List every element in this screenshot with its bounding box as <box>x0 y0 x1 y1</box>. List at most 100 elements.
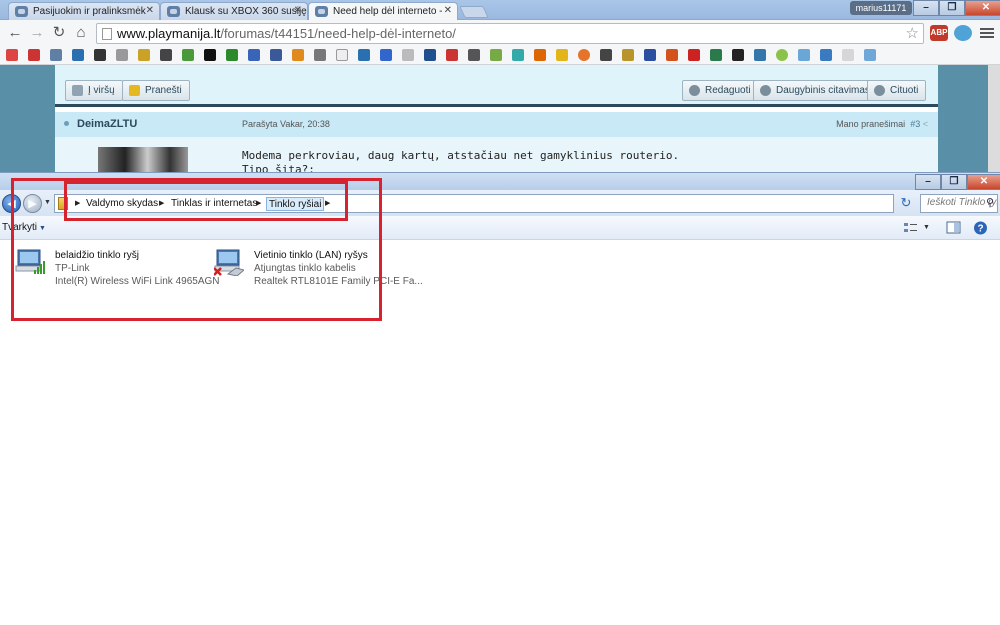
url-path: /forumas/t44151/need-help-dėl-interneto/ <box>220 26 456 41</box>
button-label: Į viršų <box>88 85 115 96</box>
playstation-bookmark-icon[interactable] <box>732 49 744 61</box>
explorer-window-controls: – ❐ ✕ <box>915 174 1000 190</box>
post-body: Modema perkroviau, daug kartų, atstačiau… <box>55 137 938 177</box>
reload-icon[interactable]: ↻ <box>50 24 68 42</box>
multiquote-button[interactable]: Daugybinis citavimas <box>753 80 878 101</box>
bookmark-icon[interactable] <box>490 49 502 61</box>
bookmark-icon[interactable] <box>292 49 304 61</box>
bookmark-icon[interactable] <box>578 49 590 61</box>
bookmark-icon[interactable] <box>358 49 370 61</box>
bookmark-star-icon[interactable]: ☆ <box>906 24 919 42</box>
post-author[interactable]: DeimaZLTU <box>77 118 137 130</box>
post-action-bar: Į viršų Pranešti Redaguoti Daugybinis ci… <box>55 65 938 107</box>
edit-button[interactable]: Redaguoti <box>682 80 759 101</box>
preview-pane-icon[interactable] <box>946 221 962 235</box>
bookmark-icon[interactable] <box>798 49 810 61</box>
bookmark-icon[interactable] <box>226 49 238 61</box>
bookmark-icon[interactable] <box>842 49 854 61</box>
bookmark-icon[interactable] <box>182 49 194 61</box>
browser-window-controls: – ❐ ✕ <box>913 0 1000 16</box>
bookmark-icon[interactable] <box>446 49 458 61</box>
minimize-icon[interactable]: – <box>913 0 939 16</box>
post-meta: Mano pranešimai #3 < <box>836 119 928 129</box>
bookmark-icon[interactable] <box>864 49 876 61</box>
browser-tab-2[interactable]: Klausk su XBOX 360 susiję ✕ <box>160 2 308 20</box>
bookmark-icon[interactable] <box>94 49 106 61</box>
window-close-icon[interactable]: ✕ <box>967 174 1000 190</box>
browser-tab-1[interactable]: Pasijuokim ir pralinksmėk ✕ <box>8 2 160 20</box>
minimize-icon[interactable]: – <box>915 174 941 190</box>
report-button[interactable]: Pranešti <box>122 80 190 101</box>
bookmark-icon[interactable] <box>556 49 568 61</box>
explorer-search-input[interactable]: Ieškoti Tinklo ryšiai ⚲ <box>920 194 998 213</box>
page-scrollbar[interactable] <box>988 65 1000 177</box>
bookmark-icon[interactable] <box>72 49 84 61</box>
youtube-bookmark-icon[interactable] <box>28 49 40 61</box>
my-posts-link[interactable]: Mano pranešimai <box>836 119 905 129</box>
bookmark-icon[interactable] <box>600 49 612 61</box>
bookmark-icon[interactable] <box>424 49 436 61</box>
new-tab-button[interactable] <box>459 6 489 18</box>
wikipedia-bookmark-icon[interactable] <box>336 49 348 61</box>
bookmark-icon[interactable] <box>666 49 678 61</box>
bookmark-icon[interactable] <box>248 49 260 61</box>
browser-toolbar: ← → ↻ ⌂ www.playmanija.lt/forumas/t44151… <box>0 20 1000 46</box>
bookmark-icon[interactable] <box>402 49 414 61</box>
browser-tab-bar: Pasijuokim ir pralinksmėk ✕ Klausk su XB… <box>0 0 1000 20</box>
gamepad-bookmark-icon[interactable] <box>50 49 62 61</box>
home-icon[interactable]: ⌂ <box>72 24 90 42</box>
tab-close-icon[interactable]: ✕ <box>146 5 154 16</box>
bookmark-icon[interactable] <box>314 49 326 61</box>
quote-button[interactable]: Cituoti <box>867 80 927 101</box>
button-label: Redaguoti <box>705 85 751 96</box>
bookmark-icon[interactable] <box>820 49 832 61</box>
bookmark-icon[interactable] <box>512 49 524 61</box>
extension-icon[interactable] <box>954 25 972 41</box>
bookmark-icon[interactable] <box>204 49 216 61</box>
refresh-icon[interactable]: ↻ <box>897 194 915 213</box>
tab-label: Need help dėl interneto - <box>333 6 443 17</box>
paypal-bookmark-icon[interactable] <box>644 49 656 61</box>
chrome-menu-icon[interactable] <box>980 26 994 40</box>
bookmark-icon[interactable] <box>160 49 172 61</box>
browser-tab-3-active[interactable]: Need help dėl interneto - ✕ <box>308 2 458 20</box>
button-label: Pranešti <box>145 85 182 96</box>
back-to-top-button[interactable]: Į viršų <box>65 80 123 101</box>
bookmark-icon[interactable] <box>116 49 128 61</box>
address-bar[interactable]: www.playmanija.lt/forumas/t44151/need-he… <box>96 23 924 44</box>
bookmark-icon[interactable] <box>622 49 634 61</box>
forward-arrow-icon[interactable]: → <box>28 24 46 42</box>
bookmark-icon[interactable] <box>688 49 700 61</box>
button-label: Daugybinis citavimas <box>776 85 870 96</box>
tab-close-icon[interactable]: ✕ <box>294 5 302 16</box>
gamepad-favicon-icon <box>315 6 328 17</box>
bookmark-icon[interactable] <box>468 49 480 61</box>
chrome-user-badge[interactable]: marius11171 <box>850 1 912 15</box>
quote-bubble-icon <box>760 85 771 96</box>
bookmark-icon[interactable] <box>380 49 392 61</box>
bookmark-icon[interactable] <box>534 49 546 61</box>
bookmark-icon[interactable] <box>776 49 788 61</box>
restore-icon[interactable]: ❐ <box>939 0 965 16</box>
view-dropdown-icon[interactable]: ▼ <box>923 224 930 231</box>
bookmark-icon[interactable] <box>138 49 150 61</box>
gmail-bookmark-icon[interactable] <box>6 49 18 61</box>
post-number-link[interactable]: #3 <box>910 119 920 129</box>
post-header: DeimaZLTU Parašyta Vakar, 20:38 Mano pra… <box>55 112 938 137</box>
window-close-icon[interactable]: ✕ <box>965 0 1000 16</box>
forum-post-area: Į viršų Pranešti Redaguoti Daugybinis ci… <box>55 65 938 177</box>
tab-close-icon[interactable]: ✕ <box>444 5 452 16</box>
bookmark-icon[interactable] <box>754 49 766 61</box>
facebook-bookmark-icon[interactable] <box>270 49 282 61</box>
back-arrow-icon[interactable]: ← <box>6 24 24 42</box>
bookmark-icon[interactable] <box>710 49 722 61</box>
adblock-plus-icon[interactable]: ABP <box>930 25 948 41</box>
button-label: Cituoti <box>890 85 919 96</box>
search-icon[interactable]: ⚲ <box>986 196 994 209</box>
restore-icon[interactable]: ❐ <box>941 174 967 190</box>
warning-icon <box>129 85 140 96</box>
share-icon[interactable]: < <box>923 119 928 129</box>
help-icon[interactable]: ? <box>973 221 989 235</box>
change-view-icon[interactable] <box>903 221 919 235</box>
online-status-icon <box>64 121 69 126</box>
